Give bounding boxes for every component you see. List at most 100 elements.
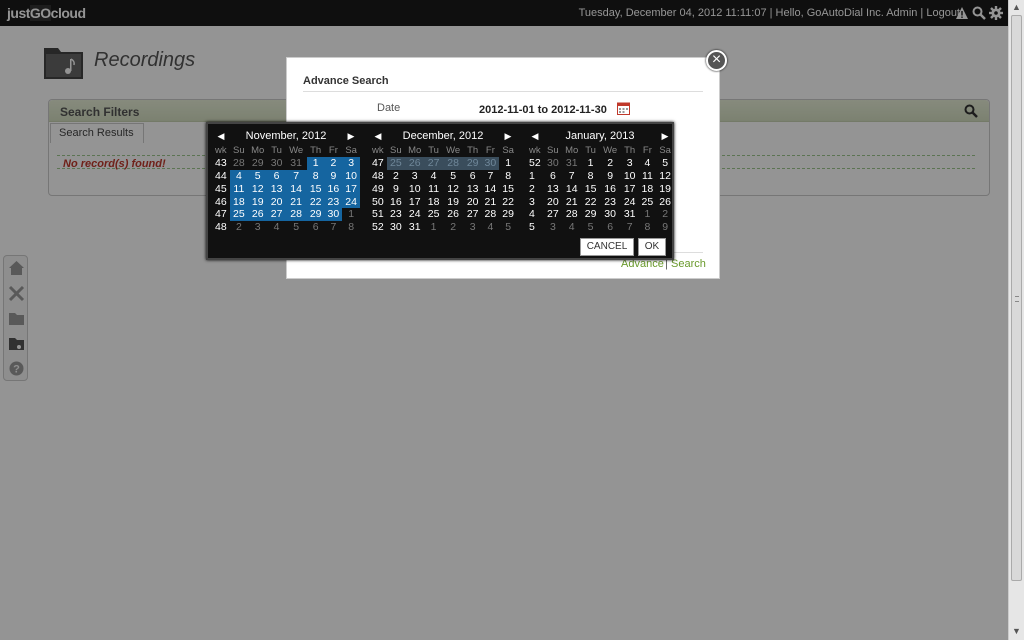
day-cell[interactable]: 26 — [247, 207, 268, 221]
day-cell[interactable]: 25 — [230, 207, 248, 221]
day-cell[interactable]: 5 — [442, 170, 463, 183]
vertical-scrollbar[interactable]: ▲ ▼ — [1008, 0, 1024, 640]
day-cell[interactable]: 28 — [562, 208, 582, 221]
day-cell[interactable]: 29 — [582, 208, 600, 221]
day-cell[interactable]: 7 — [482, 170, 500, 183]
day-cell[interactable]: 21 — [285, 195, 307, 208]
day-cell[interactable]: 9 — [387, 182, 405, 195]
day-cell[interactable]: 7 — [621, 221, 639, 234]
day-cell[interactable]: 30 — [268, 157, 286, 170]
day-cell[interactable]: 3 — [342, 156, 360, 170]
day-cell[interactable]: 26 — [404, 156, 425, 170]
day-cell[interactable]: 15 — [306, 182, 325, 196]
day-cell[interactable]: 31 — [285, 157, 306, 170]
cancel-button[interactable]: CANCEL — [580, 238, 634, 256]
day-cell[interactable]: 16 — [387, 195, 405, 208]
day-cell[interactable]: 14 — [562, 182, 582, 195]
day-cell[interactable]: 6 — [267, 169, 286, 183]
next-month-icon[interactable]: ▶ — [501, 128, 515, 144]
day-cell[interactable]: 19 — [247, 195, 268, 208]
day-cell[interactable]: 2 — [230, 221, 248, 234]
day-cell[interactable]: 22 — [582, 195, 600, 208]
day-cell[interactable]: 3 — [405, 170, 425, 183]
day-cell[interactable]: 30 — [387, 221, 405, 234]
date-range-field[interactable]: 2012-11-01 to 2012-11-30 — [479, 104, 607, 116]
day-cell[interactable]: 3 — [621, 157, 639, 170]
day-cell[interactable]: 23 — [387, 208, 405, 221]
day-cell[interactable]: 5 — [285, 221, 306, 234]
day-cell[interactable]: 24 — [621, 195, 639, 208]
day-cell[interactable]: 11 — [230, 182, 248, 196]
day-cell[interactable]: 2 — [442, 221, 463, 234]
day-cell[interactable]: 29 — [463, 156, 482, 170]
day-cell[interactable]: 28 — [230, 157, 248, 170]
day-cell[interactable]: 30 — [324, 207, 343, 221]
day-cell[interactable]: 3 — [544, 221, 562, 234]
day-cell[interactable]: 22 — [306, 195, 325, 208]
day-cell[interactable]: 28 — [442, 156, 464, 170]
day-cell[interactable]: 10 — [342, 169, 360, 183]
close-icon[interactable]: × — [706, 50, 727, 71]
day-cell[interactable]: 27 — [544, 208, 562, 221]
day-cell[interactable]: 8 — [499, 170, 517, 183]
day-cell[interactable]: 4 — [482, 221, 500, 234]
day-cell[interactable]: 3 — [464, 221, 482, 234]
day-cell[interactable]: 1 — [499, 157, 517, 170]
ok-button[interactable]: OK — [638, 238, 666, 256]
day-cell[interactable]: 12 — [656, 170, 674, 183]
day-cell[interactable]: 5 — [582, 221, 600, 234]
day-cell[interactable]: 13 — [267, 182, 286, 196]
day-cell[interactable]: 4 — [268, 221, 286, 234]
day-cell[interactable]: 26 — [442, 208, 463, 221]
day-cell[interactable]: 31 — [621, 208, 639, 221]
day-cell[interactable]: 8 — [306, 169, 325, 183]
day-cell[interactable]: 3 — [248, 221, 268, 234]
prev-month-icon[interactable]: ◀ — [371, 128, 385, 144]
day-cell[interactable]: 27 — [267, 207, 286, 221]
day-cell[interactable]: 19 — [442, 195, 463, 208]
day-cell[interactable]: 31 — [562, 157, 582, 170]
day-cell[interactable]: 25 — [425, 208, 443, 221]
day-cell[interactable]: 9 — [599, 170, 620, 183]
day-cell[interactable]: 5 — [499, 221, 517, 234]
day-cell[interactable]: 22 — [499, 195, 517, 208]
day-cell[interactable]: 28 — [285, 207, 307, 221]
day-cell[interactable]: 8 — [582, 170, 600, 183]
day-cell[interactable]: 29 — [306, 207, 325, 221]
day-cell[interactable]: 4 — [562, 221, 582, 234]
day-cell[interactable]: 1 — [425, 221, 443, 234]
day-cell[interactable]: 17 — [405, 195, 425, 208]
day-cell[interactable]: 18 — [425, 195, 443, 208]
day-cell[interactable]: 12 — [247, 182, 268, 196]
day-cell[interactable]: 23 — [324, 195, 343, 208]
calendar-icon[interactable] — [617, 101, 630, 115]
day-cell[interactable]: 7 — [562, 170, 582, 183]
day-cell[interactable]: 2 — [599, 157, 620, 170]
day-cell[interactable]: 18 — [230, 195, 248, 208]
day-cell[interactable]: 19 — [656, 182, 674, 195]
day-cell[interactable]: 16 — [599, 182, 620, 195]
day-cell[interactable]: 21 — [482, 195, 500, 208]
day-cell[interactable]: 7 — [285, 169, 307, 183]
day-cell[interactable]: 1 — [582, 157, 600, 170]
day-cell[interactable]: 10 — [621, 170, 639, 183]
day-cell[interactable]: 6 — [599, 221, 620, 234]
day-cell[interactable]: 27 — [424, 156, 443, 170]
scroll-thumb[interactable] — [1011, 15, 1022, 581]
day-cell[interactable]: 30 — [599, 208, 620, 221]
day-cell[interactable]: 6 — [464, 170, 482, 183]
day-cell[interactable]: 5 — [247, 169, 268, 183]
day-cell[interactable]: 30 — [481, 156, 500, 170]
day-cell[interactable]: 26 — [656, 195, 674, 208]
day-cell[interactable]: 4 — [425, 170, 443, 183]
day-cell[interactable]: 1 — [639, 208, 657, 221]
day-cell[interactable]: 18 — [639, 182, 657, 195]
day-cell[interactable]: 15 — [582, 182, 600, 195]
day-cell[interactable]: 4 — [639, 157, 657, 170]
day-cell[interactable]: 29 — [248, 157, 268, 170]
day-cell[interactable]: 6 — [544, 170, 562, 183]
day-cell[interactable]: 4 — [230, 169, 248, 183]
day-cell[interactable]: 20 — [464, 195, 482, 208]
day-cell[interactable]: 2 — [324, 156, 343, 170]
day-cell[interactable]: 14 — [285, 182, 307, 196]
